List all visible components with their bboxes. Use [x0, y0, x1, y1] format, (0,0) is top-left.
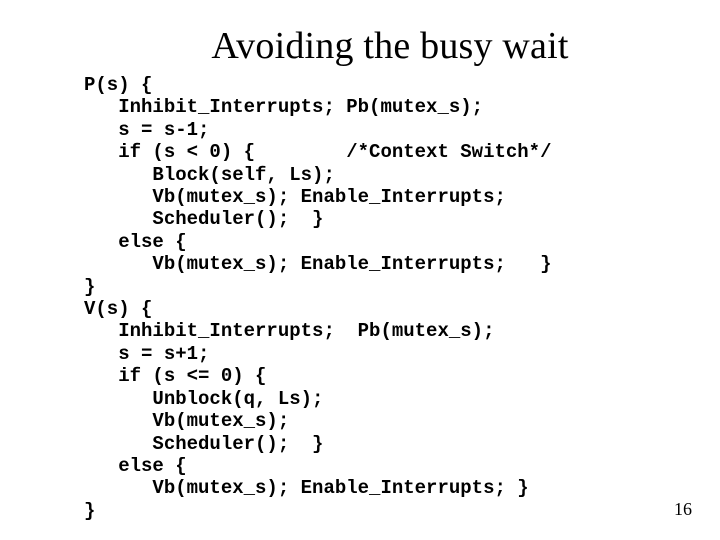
slide: Avoiding the busy wait P(s) { Inhibit_In…: [0, 0, 720, 540]
slide-title: Avoiding the busy wait: [48, 24, 672, 68]
page-number: 16: [674, 499, 692, 520]
code-block: P(s) { Inhibit_Interrupts; Pb(mutex_s); …: [48, 74, 672, 522]
